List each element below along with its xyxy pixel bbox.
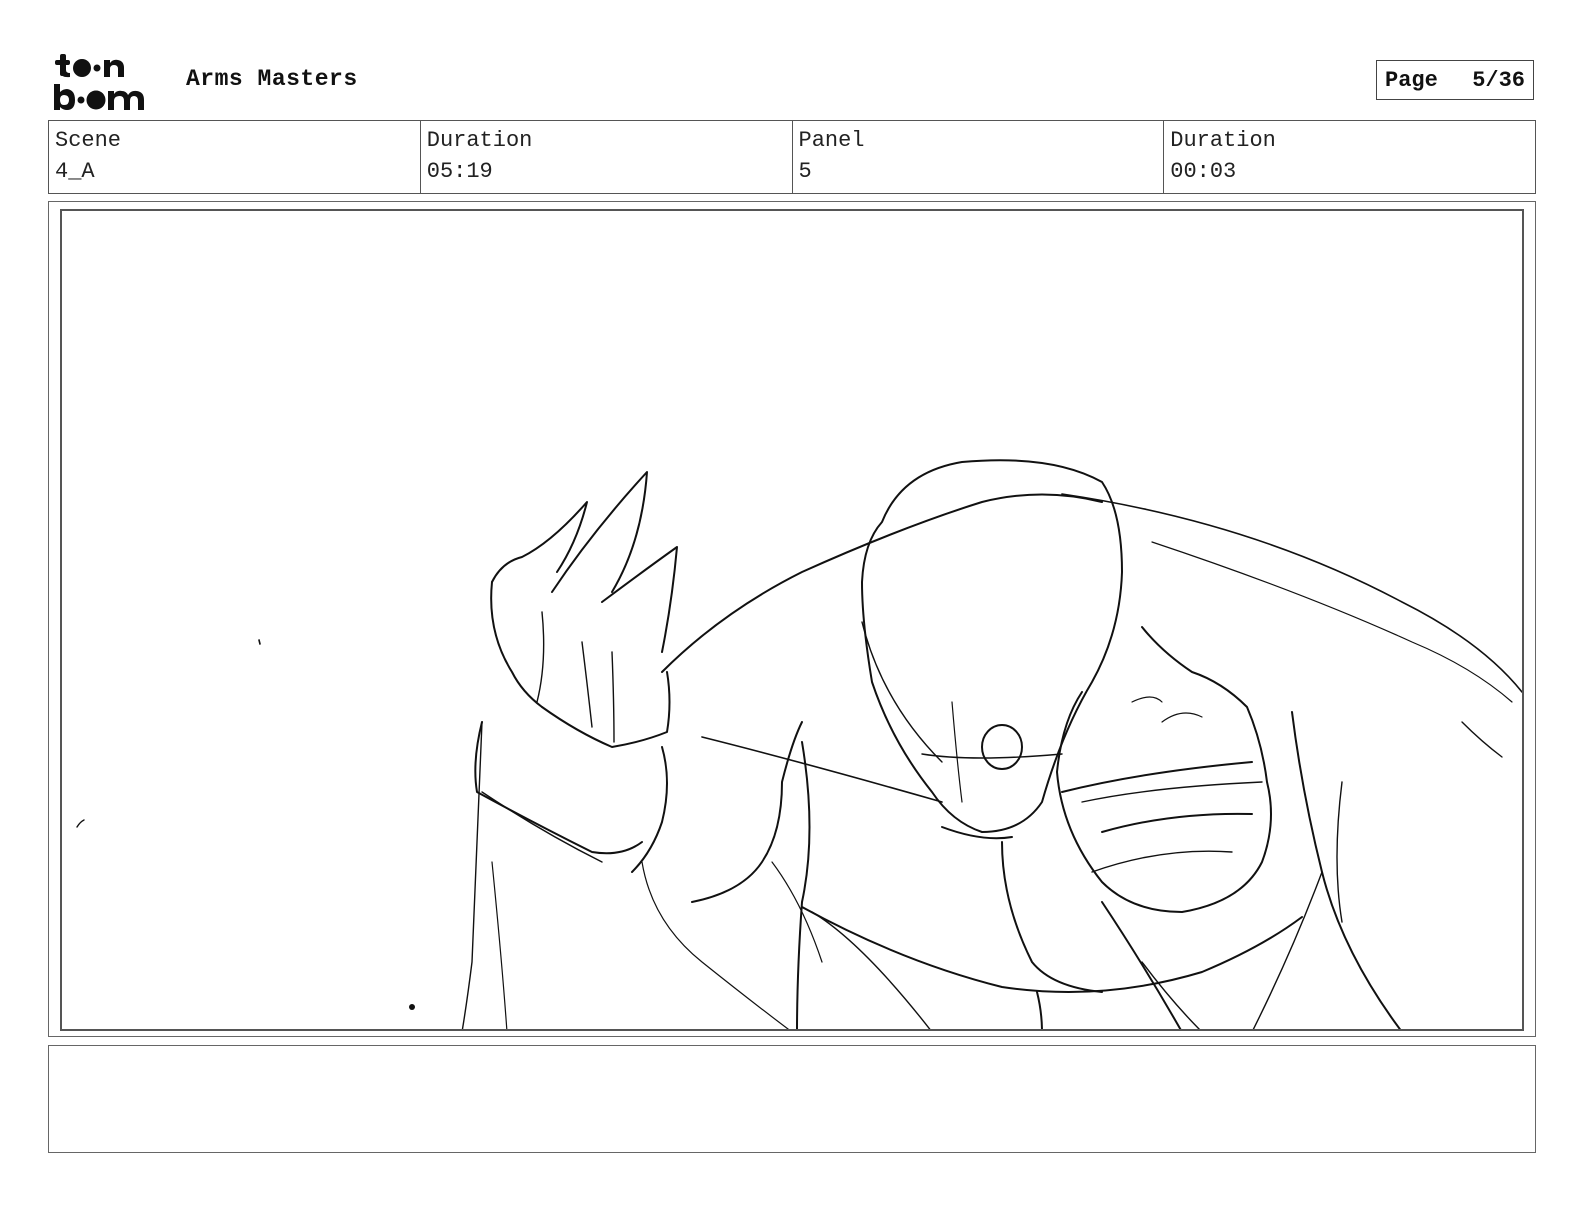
scene-value: 4_A <box>55 159 95 184</box>
scene-duration-label: Duration <box>426 128 533 153</box>
page-label: Page <box>1385 67 1438 93</box>
panel-image <box>60 209 1524 1031</box>
panel-cell: Panel 5 <box>793 121 1165 193</box>
toon-boom-logo-icon <box>54 54 144 110</box>
info-bar: Scene 4_A Duration 05:19 Panel 5 Duratio… <box>48 120 1536 194</box>
scene-label: Scene <box>55 128 122 153</box>
toon-boom-logo <box>52 50 164 112</box>
panel-value: 5 <box>798 159 812 184</box>
project-title: Arms Masters <box>186 66 358 92</box>
panel-duration-label: Duration <box>1170 128 1276 153</box>
panel-duration-value: 00:03 <box>1170 159 1237 184</box>
sketch-drawing <box>76 459 1522 1029</box>
page-indicator: Page 5/36 <box>1376 60 1534 100</box>
page-number: 5/36 <box>1472 67 1525 93</box>
notes-text <box>49 1046 1535 1062</box>
panel-duration-cell: Duration 00:03 <box>1164 121 1535 193</box>
panel-notes <box>48 1045 1536 1153</box>
scene-duration-value: 05:19 <box>426 159 493 184</box>
panel-label: Panel <box>798 128 865 153</box>
scene-duration-cell: Duration 05:19 <box>421 121 793 193</box>
scene-cell: Scene 4_A <box>49 121 421 193</box>
